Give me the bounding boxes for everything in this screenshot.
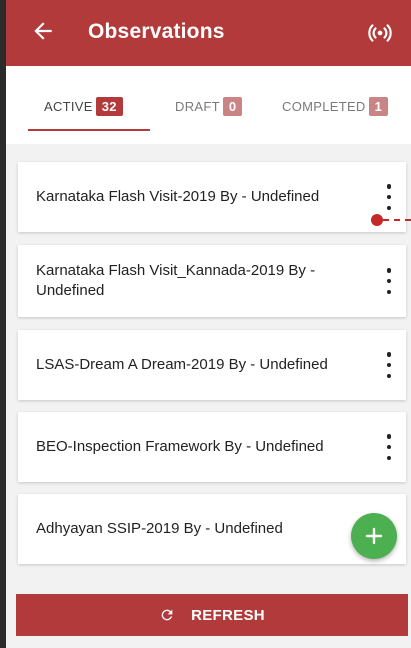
tab-bar: ACTIVE 32 DRAFT 0 COMPLETED 1 [6,66,411,144]
more-options-icon[interactable] [384,184,394,210]
tab-completed[interactable]: COMPLETED 1 [282,97,389,116]
arrow-left-icon[interactable] [30,18,56,44]
refresh-button[interactable]: REFRESH [16,594,408,636]
tab-draft-label: DRAFT [175,99,220,114]
refresh-label: REFRESH [191,606,265,624]
observations-screen: Observations ACTIVE 32 DRAFT 0 COMPLETED… [6,0,411,648]
observation-card[interactable]: LSAS-Dream A Dream-2019 By - Undefined [18,330,406,400]
broadcast-signal-icon[interactable] [367,20,393,46]
page-title: Observations [88,20,225,43]
add-observation-button[interactable] [351,513,397,559]
observation-card[interactable]: Karnataka Flash Visit-2019 By - Undefine… [18,162,406,232]
tour-pointer-dot [371,214,383,226]
observation-card[interactable]: Adhyayan SSIP-2019 By - Undefined [18,494,406,564]
observation-card[interactable]: Karnataka Flash Visit_Kannada-2019 By - … [18,245,406,317]
app-bar: Observations [6,0,411,66]
more-options-icon[interactable] [384,352,394,378]
active-tab-indicator [28,129,150,131]
observation-card[interactable]: BEO-Inspection Framework By - Undefined [18,412,406,482]
footer: REFRESH [6,580,411,648]
more-options-icon[interactable] [384,268,394,294]
tab-draft-count-badge: 0 [222,97,243,116]
tab-active-count-badge: 32 [95,97,123,116]
tab-completed-count-badge: 1 [368,97,389,116]
tour-pointer-line [383,219,411,221]
tab-draft[interactable]: DRAFT 0 [175,97,243,116]
tab-active-label: ACTIVE [44,99,93,114]
observation-title: LSAS-Dream A Dream-2019 By - Undefined [36,356,328,373]
observation-list: Karnataka Flash Visit-2019 By - Undefine… [6,144,411,580]
observation-title: Adhyayan SSIP-2019 By - Undefined [36,520,283,537]
observation-title: BEO-Inspection Framework By - Undefined [36,438,324,455]
observation-title: Karnataka Flash Visit-2019 By - Undefine… [36,188,320,205]
more-options-icon[interactable] [384,434,394,460]
tab-completed-label: COMPLETED [282,99,366,114]
plus-icon [365,527,383,545]
tab-active[interactable]: ACTIVE 32 [44,97,123,116]
refresh-icon [161,609,173,621]
observation-title: Karnataka Flash Visit_Kannada-2019 By - … [36,262,316,299]
